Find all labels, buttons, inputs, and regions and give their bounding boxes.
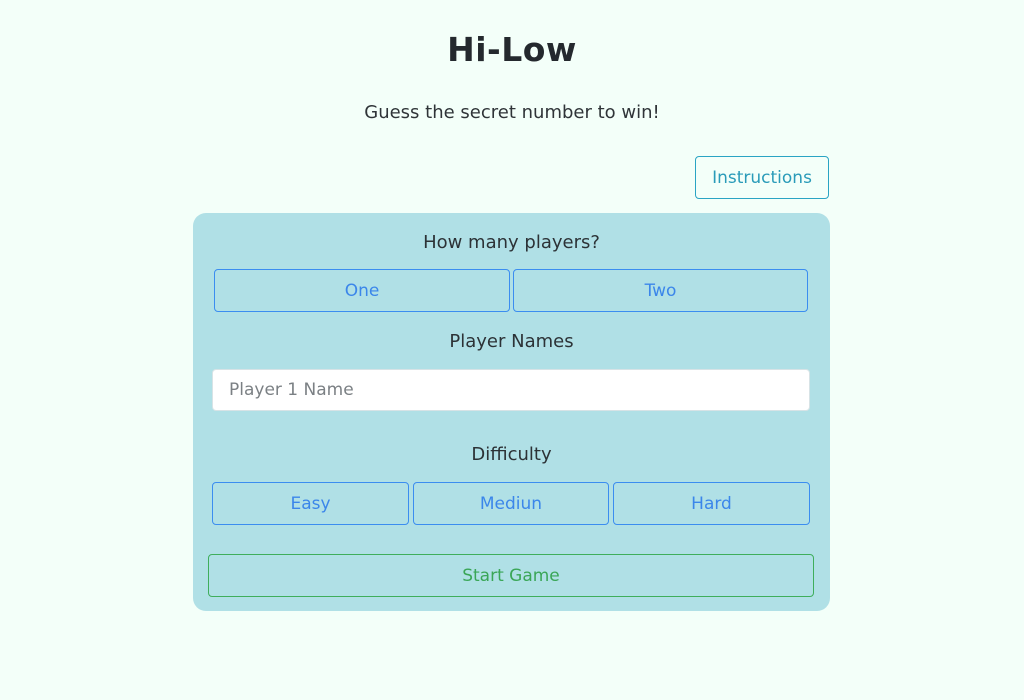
players-label: How many players? [423, 232, 600, 253]
player-names-label: Player Names [449, 331, 574, 352]
instructions-button[interactable]: Instructions [695, 156, 829, 199]
players-one-button[interactable]: One [214, 269, 510, 312]
player-1-name-input[interactable] [212, 369, 810, 411]
page-title: Hi-Low [447, 30, 577, 69]
start-game-button[interactable]: Start Game [208, 554, 814, 597]
difficulty-medium-button[interactable]: Mediun [413, 482, 609, 525]
players-two-button[interactable]: Two [513, 269, 808, 312]
game-setup-card: How many players? One Two Player Names D… [193, 213, 830, 611]
difficulty-label: Difficulty [471, 444, 552, 465]
difficulty-easy-button[interactable]: Easy [212, 482, 409, 525]
page-subtitle: Guess the secret number to win! [364, 102, 660, 123]
difficulty-hard-button[interactable]: Hard [613, 482, 810, 525]
